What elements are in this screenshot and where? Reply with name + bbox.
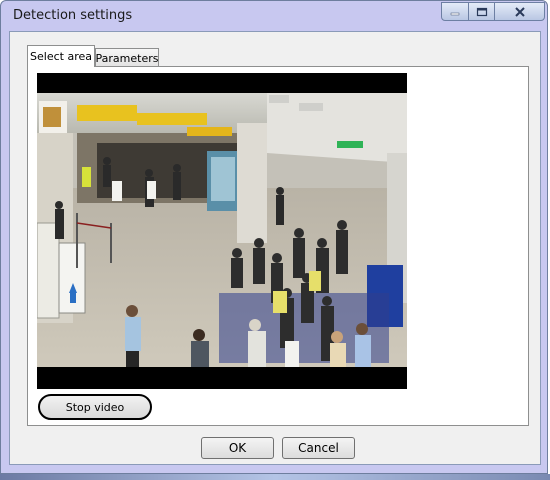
airport-scene-image [37, 93, 407, 367]
dialog-client-area: Select area Parameters Stop video OK Can… [9, 31, 541, 465]
video-preview[interactable] [37, 73, 407, 389]
ok-button[interactable]: OK [201, 437, 274, 459]
detection-settings-window: Detection settings Select area Parameter… [0, 0, 548, 474]
title-bar[interactable]: Detection settings [1, 1, 547, 31]
select-area-panel: Stop video [27, 66, 529, 426]
stop-video-button[interactable]: Stop video [38, 394, 152, 420]
maximize-button[interactable] [468, 2, 495, 21]
close-button[interactable] [494, 2, 545, 21]
maximize-icon [476, 7, 487, 16]
cancel-button[interactable]: Cancel [282, 437, 355, 459]
tab-parameters[interactable]: Parameters [95, 48, 159, 67]
minimize-icon [450, 12, 460, 15]
window-title: Detection settings [13, 8, 133, 23]
minimize-button[interactable] [441, 2, 469, 21]
taskbar-strip [0, 474, 550, 480]
close-icon [514, 6, 525, 17]
tab-select-area[interactable]: Select area [27, 45, 95, 67]
